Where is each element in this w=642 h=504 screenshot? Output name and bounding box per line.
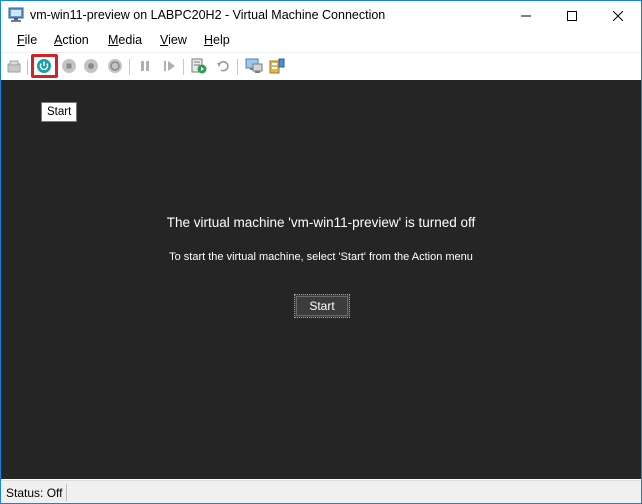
menu-file-label: ile: [24, 33, 38, 47]
minimize-button[interactable]: [503, 1, 549, 30]
revert-icon: [217, 60, 229, 72]
turn-off-button[interactable]: [59, 56, 79, 76]
vm-off-title: The virtual machine 'vm-win11-preview' i…: [166, 215, 476, 230]
menu-help-accel: H: [204, 33, 214, 47]
minimize-icon: [521, 15, 531, 16]
share-icon: [269, 58, 285, 74]
resume-icon: [164, 61, 175, 71]
shut-down-button[interactable]: [81, 56, 101, 76]
menu-action-label: ction: [62, 33, 89, 47]
menu-file[interactable]: File: [17, 33, 37, 47]
vm-display-area[interactable]: [1, 80, 641, 479]
menu-view-label: iew: [168, 33, 187, 47]
checkpoint-button[interactable]: [189, 56, 209, 76]
ctrl-alt-del-icon: [7, 60, 21, 73]
maximize-button[interactable]: [549, 1, 595, 30]
status-bar: Status: Off: [1, 480, 641, 503]
toolbar-separator: [237, 59, 238, 75]
toolbar-separator: [27, 59, 28, 75]
toolbar-separator: [129, 59, 130, 75]
menu-help-label: elp: [213, 33, 230, 47]
status-text: Status: Off: [6, 486, 63, 500]
status-separator: [66, 484, 67, 501]
ctrl-alt-del-button[interactable]: [4, 56, 24, 76]
vm-connection-window: vm-win11-preview on LABPC20H2 - Virtual …: [0, 0, 642, 504]
menu-help[interactable]: Help: [204, 33, 230, 47]
toolbar-separator: [183, 59, 184, 75]
save-state-button[interactable]: [105, 56, 125, 76]
enhanced-session-button[interactable]: [244, 56, 264, 76]
start-vm-button[interactable]: Start: [294, 294, 350, 318]
start-tooltip: Start: [41, 102, 78, 122]
maximize-icon: [567, 10, 577, 21]
window-title: vm-win11-preview on LABPC20H2 - Virtual …: [30, 8, 386, 22]
resume-button[interactable]: [159, 56, 179, 76]
menu-view-accel: V: [160, 33, 169, 47]
pause-icon: [141, 61, 149, 71]
checkpoint-icon: [191, 58, 207, 74]
menu-bar: File Action Media View Help: [1, 30, 641, 51]
start-toolbar-highlight: [31, 54, 58, 78]
title-bar: vm-win11-preview on LABPC20H2 - Virtual …: [1, 1, 641, 30]
menu-media-label: edia: [118, 33, 143, 47]
menu-view[interactable]: View: [160, 33, 187, 47]
vm-connection-app-icon: [8, 7, 24, 23]
share-button[interactable]: [267, 56, 287, 76]
toolbar: [1, 52, 641, 79]
shut-down-icon: [84, 59, 98, 73]
close-icon: [613, 10, 623, 21]
menu-media[interactable]: Media: [108, 33, 142, 47]
turn-off-icon: [62, 59, 76, 73]
pause-button[interactable]: [135, 56, 155, 76]
vm-off-instructions: To start the virtual machine, select 'St…: [169, 251, 473, 263]
menu-action[interactable]: Action: [54, 33, 89, 47]
enhanced-session-icon: [245, 58, 263, 73]
save-state-icon: [108, 59, 122, 73]
menu-media-accel: M: [108, 33, 119, 47]
menu-file-accel: F: [17, 33, 25, 47]
revert-button[interactable]: [213, 56, 233, 76]
close-button[interactable]: [595, 1, 641, 30]
